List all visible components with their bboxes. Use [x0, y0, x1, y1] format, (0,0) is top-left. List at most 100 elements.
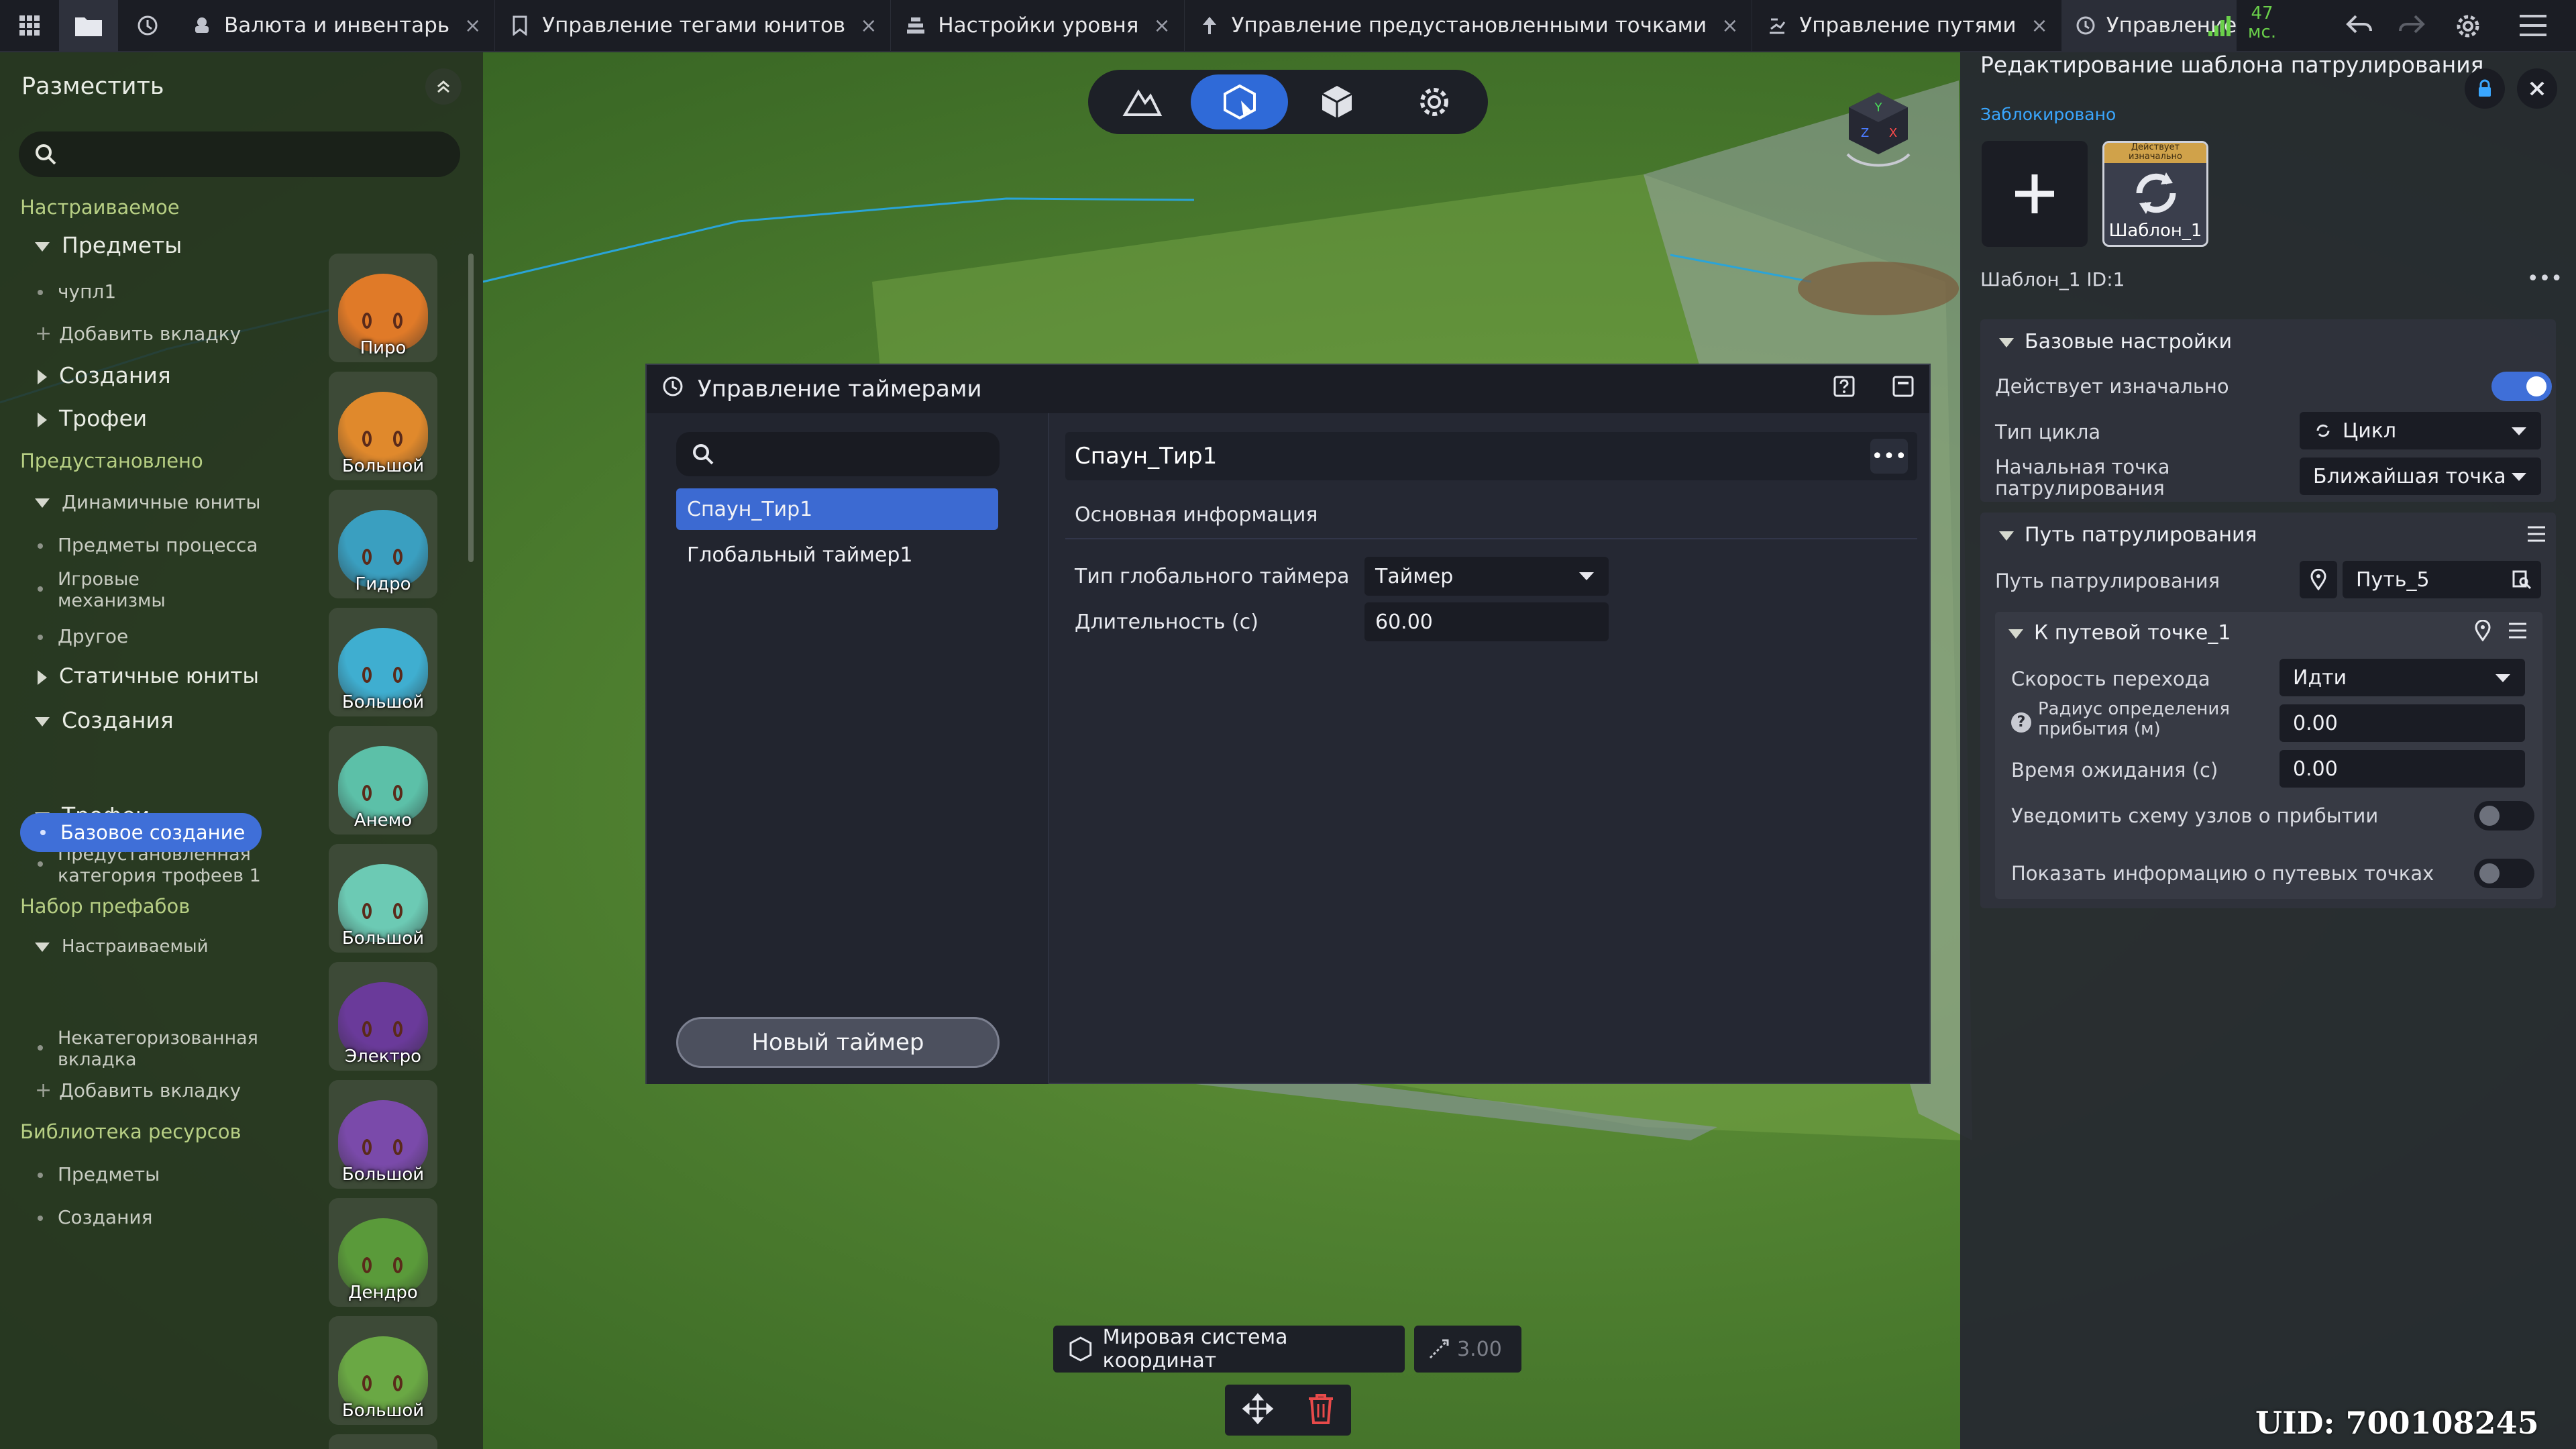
tree-item-other[interactable]: Другое [38, 625, 128, 647]
zoom-doc-icon[interactable] [2512, 570, 2532, 590]
trash-icon[interactable] [1306, 1392, 1336, 1428]
collapse-button[interactable] [425, 68, 462, 105]
template-card[interactable]: Действует изначально Шаблон_1 [2102, 141, 2208, 247]
tree-item-uncategorized-tab[interactable]: Некатегоризованная вкладка [38, 1028, 266, 1071]
map-pin-icon[interactable] [2474, 619, 2491, 644]
tree-label: Предметы [58, 1163, 160, 1185]
tree-item-dynamic-units[interactable]: Динамичные юниты [35, 491, 260, 513]
locate-path-button[interactable] [2300, 561, 2337, 598]
tree-item-res-creatures[interactable]: Создания [38, 1206, 152, 1228]
move-icon[interactable] [1241, 1392, 1275, 1428]
add-template-button[interactable] [1982, 141, 2088, 247]
entity-mode-button[interactable] [1191, 74, 1288, 129]
group-header[interactable]: Путь патрулирования [1999, 523, 2257, 547]
asset-tile-partial[interactable] [329, 1434, 437, 1449]
close-icon[interactable]: × [1153, 14, 1170, 38]
tab-preset-points[interactable]: Управление предустановленными точками × [1185, 0, 1753, 52]
tree-item-customizable[interactable]: Настраиваемый [35, 936, 209, 957]
folder-icon[interactable] [59, 0, 118, 52]
show-info-toggle[interactable] [2474, 859, 2534, 888]
snap-scale-button[interactable]: 3.00 [1414, 1326, 1521, 1373]
timer-list-item[interactable]: Спаун_Тир1 [676, 488, 998, 530]
tree-item-chupl[interactable]: чупл1 [38, 280, 116, 303]
prefab-mode-button[interactable] [1288, 74, 1385, 129]
tree-item-game-mechanisms[interactable]: Игровые механизмы [38, 569, 212, 612]
select-value: Идти [2293, 665, 2347, 690]
lock-button[interactable] [2465, 68, 2505, 109]
undo-icon[interactable] [2344, 12, 2373, 42]
minimize-icon[interactable] [1892, 375, 1915, 404]
cycle-type-select[interactable]: Цикл [2300, 412, 2541, 449]
menu-settings-icon[interactable] [2518, 12, 2548, 42]
tab-level-settings[interactable]: Настройки уровня × [891, 0, 1185, 52]
asset-tile[interactable]: Большой [329, 844, 437, 953]
start-point-select[interactable]: Ближайшая точка [2300, 458, 2541, 495]
more-options-button[interactable]: ••• [1870, 439, 1908, 474]
asset-tile[interactable]: Электро [329, 962, 437, 1071]
add-tab-button-prefab[interactable]: + Добавить вкладку [35, 1079, 241, 1102]
more-icon[interactable]: ••• [2527, 267, 2563, 290]
chevron-right-icon [38, 669, 47, 685]
new-timer-button[interactable]: Новый таймер [676, 1017, 1000, 1068]
help-icon[interactable] [1833, 375, 1856, 404]
asset-tile[interactable]: Пиро [329, 254, 437, 362]
search-input[interactable] [19, 131, 460, 177]
input-value: 60.00 [1375, 610, 1433, 634]
list-menu-icon[interactable] [2526, 525, 2546, 546]
help-icon[interactable]: ? [2011, 712, 2031, 733]
gear-icon[interactable] [2453, 11, 2483, 44]
cube-icon [1321, 86, 1352, 118]
list-menu-icon[interactable] [2508, 621, 2528, 643]
speed-select[interactable]: Идти [2279, 659, 2525, 696]
add-tab-button[interactable]: + Добавить вкладку [35, 322, 241, 345]
tree-item-process-items[interactable]: Предметы процесса [38, 534, 258, 556]
asset-tile-label: Большой [341, 1165, 425, 1185]
close-button[interactable] [2517, 68, 2557, 109]
asset-tile[interactable]: Большой [329, 608, 437, 716]
transform-toolbar [1225, 1385, 1351, 1436]
patrol-path-select[interactable]: Путь_5 [2343, 561, 2541, 598]
asset-tile[interactable]: Большой [329, 1316, 437, 1425]
settings-mode-button[interactable] [1385, 74, 1483, 129]
scrollbar[interactable] [468, 254, 474, 562]
timer-management-dialog: Управление таймерами Спаун_Тир1 Глобальн… [645, 364, 1931, 1084]
tree-item-trophies[interactable]: Трофеи [38, 405, 147, 431]
section-prefab-set: Набор префабов [20, 895, 191, 918]
history-icon[interactable] [118, 0, 177, 52]
tree-item-items[interactable]: Предметы [35, 232, 182, 258]
timer-type-select[interactable]: Таймер [1364, 557, 1609, 596]
waypoint-header[interactable]: К путевой точке_1 [2008, 621, 2231, 645]
tab-unit-tags[interactable]: Управление тегами юнитов × [495, 0, 892, 52]
duration-input[interactable]: 60.00 [1364, 602, 1609, 641]
initially-active-toggle[interactable] [2491, 372, 2552, 401]
wait-input[interactable]: 0.00 [2279, 750, 2525, 788]
asset-tile[interactable]: Анемо [329, 726, 437, 835]
notify-toggle[interactable] [2474, 801, 2534, 830]
tree-item-static-units[interactable]: Статичные юниты [38, 664, 259, 688]
coordinate-system-button[interactable]: Мировая система координат [1053, 1326, 1405, 1373]
close-icon[interactable]: × [464, 14, 481, 38]
apps-grid-icon[interactable] [0, 0, 59, 52]
tree-item-base-creature[interactable]: Базовое создание [20, 813, 262, 852]
timer-search-input[interactable] [676, 432, 1000, 476]
asset-tile[interactable]: Дендро [329, 1198, 437, 1307]
close-icon[interactable]: × [860, 14, 877, 38]
terrain-mode-button[interactable] [1093, 74, 1191, 129]
group-header[interactable]: Базовые настройки [1999, 330, 2232, 354]
asset-tile[interactable]: Большой [329, 372, 437, 480]
close-icon[interactable]: × [2031, 14, 2048, 38]
tab-currency-inventory[interactable]: Валюта и инвентарь × [177, 0, 496, 52]
timer-list-item[interactable]: Глобальный таймер1 [676, 534, 998, 576]
orientation-gizmo[interactable]: Y Z X [1838, 87, 1919, 174]
asset-tile[interactable]: Большой [329, 1080, 437, 1189]
cycle-type-label: Тип цикла [1995, 421, 2101, 443]
asset-tile[interactable]: Гидро [329, 490, 437, 598]
chevron-down-icon [35, 498, 50, 508]
tree-item-creatures-preset[interactable]: Создания [35, 707, 174, 733]
close-icon[interactable]: × [1721, 14, 1738, 38]
tree-item-creatures[interactable]: Создания [38, 362, 171, 388]
tab-paths[interactable]: Управление путями × [1752, 0, 2062, 52]
radius-input[interactable]: 0.00 [2279, 704, 2525, 742]
redo-icon[interactable] [2398, 12, 2427, 42]
tree-item-res-items[interactable]: Предметы [38, 1163, 160, 1185]
